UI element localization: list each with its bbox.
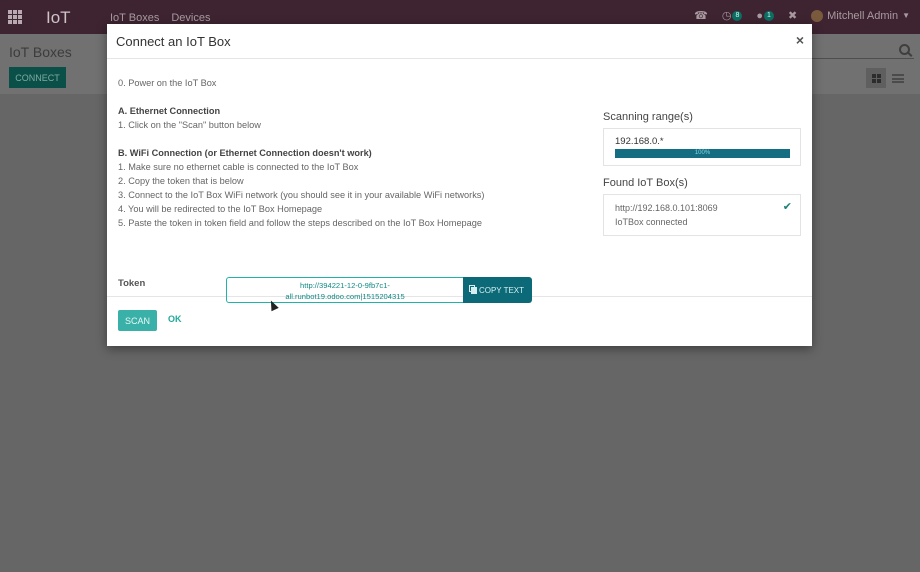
phone-icon[interactable]: ☎ xyxy=(694,9,708,22)
found-boxes-title: Found IoT Box(s) xyxy=(603,177,688,189)
close-icon[interactable]: × xyxy=(796,32,804,48)
user-menu[interactable]: Mitchell Admin ▼ xyxy=(811,9,910,22)
step-power: 0. Power on the IoT Box xyxy=(118,78,217,88)
chat-icon: ● xyxy=(756,9,764,22)
wifi-step: 4. You will be redirected to the IoT Box… xyxy=(118,204,323,214)
page-title: IoT Boxes xyxy=(9,44,72,60)
dialog-header: Connect an IoT Box × xyxy=(107,24,812,59)
wifi-step: 2. Copy the token that is below xyxy=(118,176,244,186)
copy-text-label: COPY TEXT xyxy=(478,285,525,295)
found-box-url: http://192.168.0.101:8069 xyxy=(615,203,718,213)
check-icon: ✔ xyxy=(782,201,792,213)
kanban-icon xyxy=(871,73,881,83)
found-box-status: IoTBox connected xyxy=(615,217,688,227)
copy-icon xyxy=(468,284,477,294)
list-view-icon[interactable] xyxy=(892,74,904,83)
apps-menu-icon[interactable] xyxy=(8,10,22,24)
search-input[interactable] xyxy=(812,58,914,59)
wifi-step: 1. Make sure no ethernet cable is connec… xyxy=(118,162,359,172)
caret-down-icon: ▼ xyxy=(902,11,910,20)
messages-badge: 1 xyxy=(764,10,774,21)
scan-button[interactable]: SCAN xyxy=(118,310,157,331)
main-menu: IoT Boxes Devices xyxy=(110,12,210,24)
tools-icon[interactable]: ✖ xyxy=(788,9,797,22)
ok-button[interactable]: OK xyxy=(168,314,182,324)
scanning-range-title: Scanning range(s) xyxy=(603,111,693,123)
scanning-range-panel: 192.168.0.* 100% xyxy=(603,128,801,166)
scanning-range-value: 192.168.0.* xyxy=(615,136,664,147)
app-name: IoT xyxy=(46,8,71,27)
connect-iot-box-dialog: Connect an IoT Box × 0. Power on the IoT… xyxy=(107,24,812,346)
dialog-footer: SCAN OK xyxy=(107,297,812,346)
found-box-item: http://192.168.0.101:8069 IoTBox connect… xyxy=(603,194,801,236)
clock-icon: ◷ xyxy=(721,10,732,22)
token-label: Token xyxy=(118,278,146,289)
menu-item-devices[interactable]: Devices xyxy=(171,12,210,24)
wifi-heading: B. WiFi Connection (or Ethernet Connecti… xyxy=(118,148,372,158)
menu-item-iot-boxes[interactable]: IoT Boxes xyxy=(110,12,159,24)
wifi-step: 3. Connect to the IoT Box WiFi network (… xyxy=(118,190,485,200)
search-icon[interactable] xyxy=(899,44,910,55)
dialog-body: 0. Power on the IoT Box A. Ethernet Conn… xyxy=(107,59,812,303)
scan-progress-bar: 100% xyxy=(615,149,790,158)
dialog-title: Connect an IoT Box xyxy=(116,34,231,49)
connect-button[interactable]: CONNECT xyxy=(9,67,66,88)
ethernet-step: 1. Click on the "Scan" button below xyxy=(118,120,261,130)
token-text-line1: http://394221-12-0-9fb7c1- xyxy=(300,281,390,290)
wifi-step: 5. Paste the token in token field and fo… xyxy=(118,218,482,228)
user-name: Mitchell Admin xyxy=(827,9,899,22)
kanban-view-button[interactable] xyxy=(866,68,886,88)
avatar xyxy=(811,9,824,22)
messaging-menu[interactable]: ● 1 xyxy=(756,10,774,22)
scan-progress-fill: 100% xyxy=(615,149,790,158)
instructions: 0. Power on the IoT Box A. Ethernet Conn… xyxy=(118,76,558,230)
activity-badge: 8 xyxy=(732,10,743,21)
ethernet-heading: A. Ethernet Connection xyxy=(118,106,221,116)
systray: ☎ ◷ 8 ● 1 ✖ Mitchell Admin ▼ xyxy=(694,9,910,22)
activity-menu[interactable]: ◷ 8 xyxy=(722,9,743,22)
